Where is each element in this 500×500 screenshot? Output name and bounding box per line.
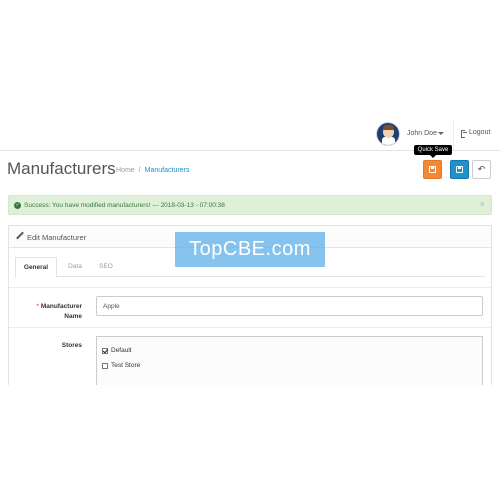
store-option-test-store[interactable]: Test Store <box>102 362 140 369</box>
store-option-default[interactable]: Default <box>102 347 132 354</box>
quick-save-tooltip: Quick Save <box>414 145 452 158</box>
alert-message: Success: You have modified manufacturers… <box>24 202 225 209</box>
checkbox-unchecked[interactable] <box>102 362 108 369</box>
check-circle-icon: ✓ <box>14 202 21 209</box>
store-label: Test Store <box>111 362 141 369</box>
divider <box>9 287 491 288</box>
caret-down-icon[interactable] <box>438 132 444 135</box>
close-icon[interactable]: × <box>480 200 485 209</box>
manufacturer-name-label-text: Manufacturer Name <box>40 303 82 320</box>
manufacturer-name-input[interactable] <box>96 296 483 316</box>
stores-label: Stores <box>61 342 82 349</box>
pencil-icon <box>16 232 24 240</box>
quick-save-button[interactable] <box>423 160 442 179</box>
sign-out-icon <box>461 129 467 138</box>
logout-label: Logout <box>469 129 491 136</box>
breadcrumb: Home / Manufacturers <box>116 167 190 174</box>
stores-list: Default Test Store <box>96 336 483 385</box>
required-mark: * <box>36 303 39 310</box>
panel-title: Edit Manufacturer <box>27 233 87 242</box>
tab-general[interactable]: General <box>15 257 57 278</box>
save-icon <box>429 166 436 173</box>
header-divider <box>453 119 454 149</box>
back-button[interactable]: ↶ <box>472 160 491 179</box>
divider <box>9 327 491 328</box>
user-name[interactable]: John Doe <box>407 130 437 137</box>
screen: John Doe Logout Manufacturers Home / Man… <box>0 0 500 500</box>
logo <box>10 125 88 143</box>
breadcrumb-manufacturers[interactable]: Manufacturers <box>145 167 190 174</box>
tab-data[interactable]: Data <box>65 257 85 277</box>
store-label: Default <box>111 347 132 354</box>
tab-seo[interactable]: SEO <box>97 257 115 277</box>
reply-icon: ↶ <box>477 164 486 174</box>
checkbox-checked[interactable] <box>102 347 108 354</box>
save-button[interactable] <box>450 160 469 179</box>
success-alert: ✓ Success: You have modified manufacture… <box>8 195 492 215</box>
page-title: Manufacturers <box>7 159 116 178</box>
breadcrumb-home[interactable]: Home <box>116 167 135 174</box>
user-avatar[interactable] <box>376 122 400 146</box>
save-icon <box>456 166 463 173</box>
manufacturer-name-label: * Manufacturer Name <box>20 302 82 322</box>
tab-bar: General Data SEO <box>15 257 485 278</box>
logout-link[interactable]: Logout <box>461 129 491 138</box>
